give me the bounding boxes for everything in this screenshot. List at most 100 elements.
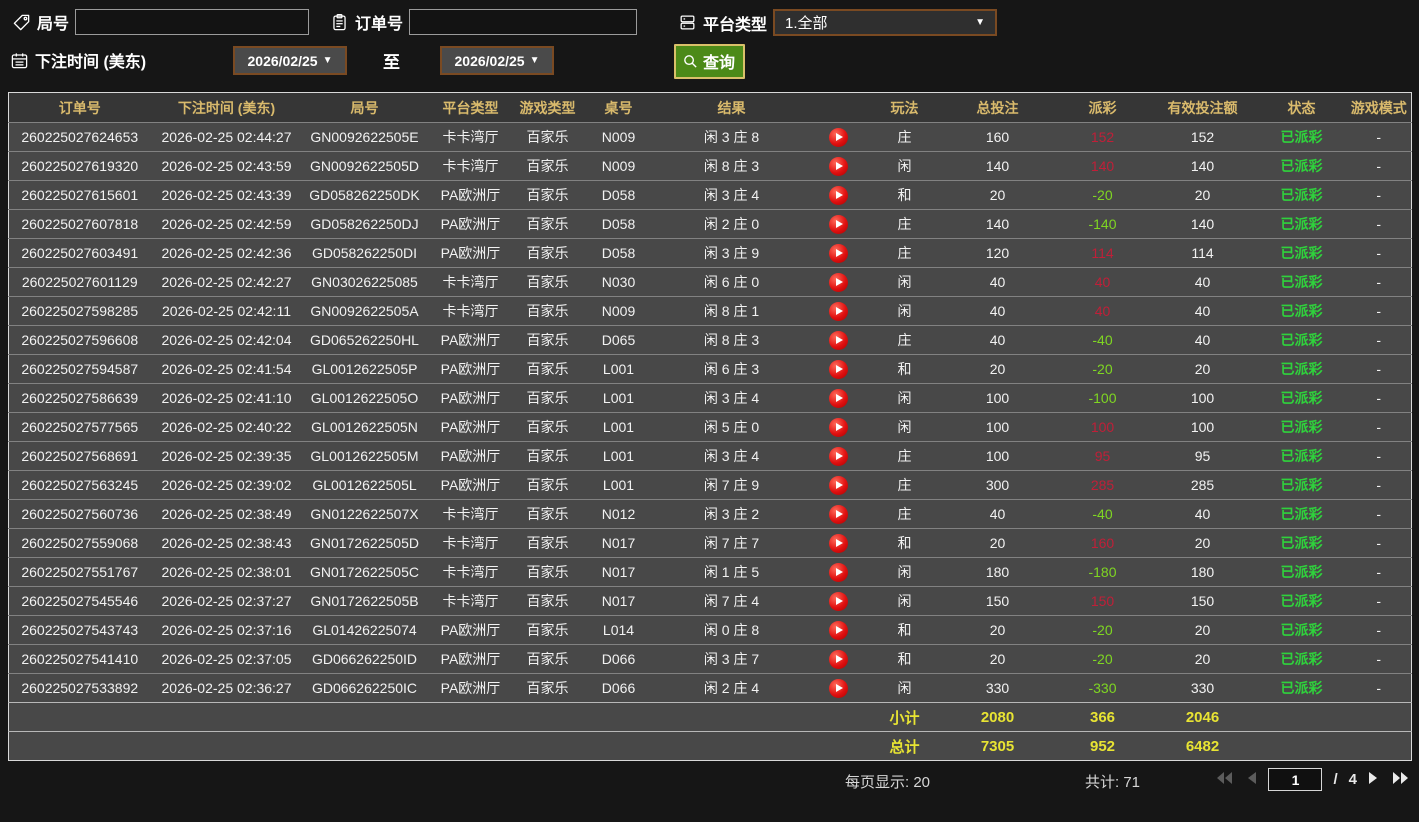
cell-order-no: 260225027586639: [8, 383, 151, 413]
replay-play-icon[interactable]: [829, 417, 848, 437]
search-button[interactable]: 查询: [674, 44, 746, 79]
cell-game-type: 百家乐: [514, 180, 581, 210]
cell-valid-bet: 40: [1148, 296, 1257, 326]
replay-play-icon[interactable]: [829, 127, 848, 147]
cell-game-no: GL0012622505N: [302, 412, 427, 442]
cell-game-type: 百家乐: [514, 644, 581, 674]
cell-game-type: 百家乐: [514, 267, 581, 297]
cell-table-no: N012: [580, 499, 657, 529]
cell-bet-time: 2026-02-25 02:40:22: [150, 412, 303, 442]
platform-type-select[interactable]: 1.全部 ▼: [773, 9, 998, 36]
cell-play: 闲: [870, 267, 939, 297]
replay-play-icon[interactable]: [829, 359, 848, 379]
date-from-select[interactable]: 2026/02/25 ▼: [233, 46, 347, 75]
table-row: 260225027559068 2026-02-25 02:38:43 GN01…: [8, 528, 1412, 558]
table-row: 260225027596608 2026-02-25 02:42:04 GD06…: [8, 325, 1412, 355]
cell-status: 已派彩: [1256, 122, 1347, 152]
cell-order-no: 260225027543743: [8, 615, 151, 645]
cell-total-bet: 140: [938, 209, 1057, 239]
table-row: 260225027533892 2026-02-25 02:36:27 GD06…: [8, 673, 1412, 703]
column-header-bet-time: 下注时间 (美东): [150, 92, 303, 123]
replay-play-icon[interactable]: [829, 678, 848, 698]
table-totals: 小计 2080 366 2046 总计 7305 952 6482: [8, 702, 1412, 761]
cell-game-type: 百家乐: [514, 499, 581, 529]
cell-replay: [806, 557, 871, 587]
table-row: 260225027603491 2026-02-25 02:42:36 GD05…: [8, 238, 1412, 268]
date-to-select[interactable]: 2026/02/25 ▼: [440, 46, 554, 75]
grand-total-payout: 952: [1056, 731, 1149, 761]
cell-platform-type: 卡卡湾厅: [426, 499, 515, 529]
cell-result: 闲 6 庄 0: [656, 267, 807, 297]
replay-play-icon[interactable]: [829, 620, 848, 640]
table-row: 260225027541410 2026-02-25 02:37:05 GD06…: [8, 644, 1412, 674]
cell-valid-bet: 20: [1148, 528, 1257, 558]
cell-bet-time: 2026-02-25 02:38:49: [150, 499, 303, 529]
replay-play-icon[interactable]: [829, 185, 848, 205]
order-no-input[interactable]: [409, 9, 638, 35]
cell-game-no: GL0012622505M: [302, 441, 427, 471]
cell-game-no: GL0012622505O: [302, 383, 427, 413]
cell-table-no: D066: [580, 644, 657, 674]
replay-play-icon[interactable]: [829, 446, 848, 466]
search-button-label: 查询: [703, 55, 736, 72]
cell-table-no: L001: [580, 441, 657, 471]
replay-play-icon[interactable]: [829, 649, 848, 669]
replay-play-icon[interactable]: [829, 301, 848, 321]
cell-replay: [806, 238, 871, 268]
cell-payout: -20: [1056, 180, 1149, 210]
cell-total-bet: 150: [938, 586, 1057, 616]
game-no-input[interactable]: [75, 9, 310, 35]
server-icon: [678, 13, 697, 32]
cell-platform-type: PA欧洲厅: [426, 383, 515, 413]
cell-total-bet: 120: [938, 238, 1057, 268]
column-header-replay: [806, 92, 871, 123]
cell-order-no: 260225027559068: [8, 528, 151, 558]
cell-table-no: N030: [580, 267, 657, 297]
cell-total-bet: 20: [938, 615, 1057, 645]
replay-play-icon[interactable]: [829, 504, 848, 524]
date-from-value: 2026/02/25: [247, 52, 318, 69]
table-row: 260225027624653 2026-02-25 02:44:27 GN00…: [8, 122, 1412, 152]
subtotal-payout: 366: [1056, 702, 1149, 732]
subtotal-spacer: [8, 702, 871, 732]
replay-play-icon[interactable]: [829, 243, 848, 263]
cell-platform-type: 卡卡湾厅: [426, 296, 515, 326]
chevron-right-icon: [1368, 771, 1380, 788]
cell-total-bet: 20: [938, 528, 1057, 558]
replay-play-icon[interactable]: [829, 156, 848, 176]
last-page-button[interactable]: [1391, 771, 1409, 788]
column-header-valid-bet: 有效投注额: [1148, 92, 1257, 123]
cell-bet-time: 2026-02-25 02:44:27: [150, 122, 303, 152]
cell-game-mode: -: [1346, 325, 1412, 355]
cell-game-no: GN0092622505E: [302, 122, 427, 152]
cell-game-no: GN0122622507X: [302, 499, 427, 529]
cell-game-mode: -: [1346, 122, 1412, 152]
cell-payout: 95: [1056, 441, 1149, 471]
cell-payout: 140: [1056, 151, 1149, 181]
cell-platform-type: PA欧洲厅: [426, 673, 515, 703]
cell-table-no: N009: [580, 296, 657, 326]
cell-order-no: 260225027568691: [8, 441, 151, 471]
prev-page-button[interactable]: [1245, 771, 1257, 788]
replay-play-icon[interactable]: [829, 388, 848, 408]
cell-payout: -20: [1056, 615, 1149, 645]
replay-play-icon[interactable]: [829, 272, 848, 292]
cell-game-type: 百家乐: [514, 673, 581, 703]
replay-play-icon[interactable]: [829, 533, 848, 553]
first-page-button[interactable]: [1216, 771, 1234, 788]
column-header-table-no: 桌号: [580, 92, 657, 123]
replay-play-icon[interactable]: [829, 591, 848, 611]
table-header: 订单号 下注时间 (美东) 局号 平台类型 游戏类型 桌号 结果 玩法 总投注 派彩 有效投注额 状态…: [8, 92, 1412, 123]
cell-bet-time: 2026-02-25 02:38:01: [150, 557, 303, 587]
next-page-button[interactable]: [1368, 771, 1380, 788]
replay-play-icon[interactable]: [829, 562, 848, 582]
replay-play-icon[interactable]: [829, 214, 848, 234]
cell-status: 已派彩: [1256, 586, 1347, 616]
replay-play-icon[interactable]: [829, 330, 848, 350]
cell-replay: [806, 673, 871, 703]
replay-play-icon[interactable]: [829, 475, 848, 495]
cell-platform-type: 卡卡湾厅: [426, 267, 515, 297]
page-number-input[interactable]: [1268, 768, 1323, 791]
cell-status: 已派彩: [1256, 267, 1347, 297]
cell-result: 闲 3 庄 4: [656, 180, 807, 210]
